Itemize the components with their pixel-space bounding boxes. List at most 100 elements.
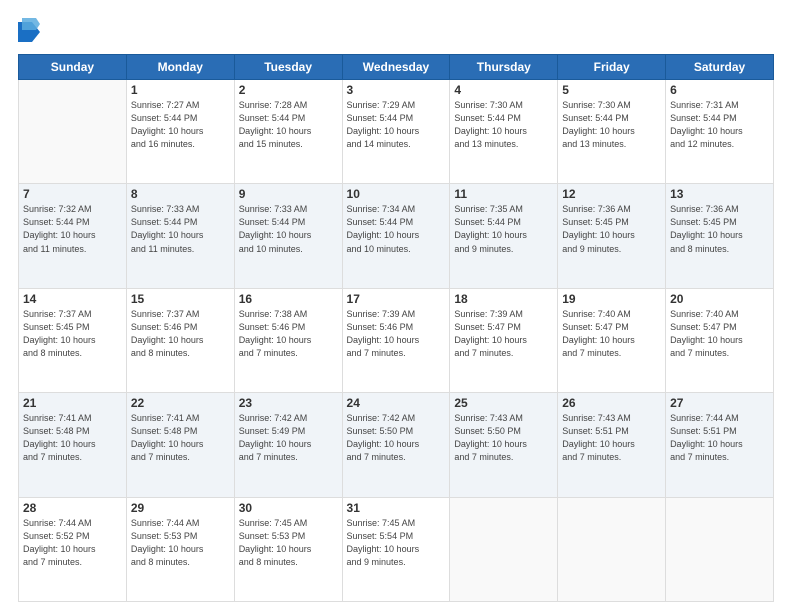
day-info: Sunrise: 7:39 AM Sunset: 5:46 PM Dayligh…	[347, 308, 446, 360]
day-info: Sunrise: 7:45 AM Sunset: 5:53 PM Dayligh…	[239, 517, 338, 569]
day-number: 22	[131, 396, 230, 410]
calendar-cell	[666, 497, 774, 601]
day-info: Sunrise: 7:43 AM Sunset: 5:51 PM Dayligh…	[562, 412, 661, 464]
day-info: Sunrise: 7:41 AM Sunset: 5:48 PM Dayligh…	[131, 412, 230, 464]
calendar-week-row: 1Sunrise: 7:27 AM Sunset: 5:44 PM Daylig…	[19, 80, 774, 184]
calendar-cell	[450, 497, 558, 601]
calendar-cell: 3 Sunrise: 7:29 AM Sunset: 5:44 PM Daylig…	[342, 80, 450, 184]
day-info: Sunrise: 7:40 AM Sunset: 5:47 PM Dayligh…	[562, 308, 661, 360]
logo	[18, 18, 44, 46]
day-number: 23	[239, 396, 338, 410]
calendar-cell: 22 Sunrise: 7:41 AM Sunset: 5:48 PM Dayli…	[126, 393, 234, 497]
calendar-cell: 12 Sunrise: 7:36 AM Sunset: 5:45 PM Dayli…	[558, 184, 666, 288]
day-info: Sunrise: 7:33 AM Sunset: 5:44 PM Dayligh…	[131, 203, 230, 255]
page: SundayMondayTuesdayWednesdayThursdayFrid…	[0, 0, 792, 612]
day-info: Sunrise: 7:30 AM Sunset: 5:44 PM Dayligh…	[454, 99, 553, 151]
day-info: Sunrise: 7:36 AM Sunset: 5:45 PM Dayligh…	[562, 203, 661, 255]
calendar-cell: 27Sunrise: 7:44 AM Sunset: 5:51 PM Dayli…	[666, 393, 774, 497]
calendar-cell: 16 Sunrise: 7:38 AM Sunset: 5:46 PM Dayli…	[234, 288, 342, 392]
day-info: Sunrise: 7:45 AM Sunset: 5:54 PM Dayligh…	[347, 517, 446, 569]
day-info: Sunrise: 7:41 AM Sunset: 5:48 PM Dayligh…	[23, 412, 122, 464]
day-info: Sunrise: 7:35 AM Sunset: 5:44 PM Dayligh…	[454, 203, 553, 255]
day-info: Sunrise: 7:37 AM Sunset: 5:46 PM Dayligh…	[131, 308, 230, 360]
day-info: Sunrise: 7:36 AM Sunset: 5:45 PM Dayligh…	[670, 203, 769, 255]
day-number: 18	[454, 292, 553, 306]
calendar-cell: 18 Sunrise: 7:39 AM Sunset: 5:47 PM Dayli…	[450, 288, 558, 392]
day-number: 19	[562, 292, 661, 306]
day-number: 16	[239, 292, 338, 306]
day-number: 5	[562, 83, 661, 97]
logo-icon	[18, 18, 40, 46]
day-number: 25	[454, 396, 553, 410]
day-info: Sunrise: 7:33 AM Sunset: 5:44 PM Dayligh…	[239, 203, 338, 255]
calendar-cell: 1Sunrise: 7:27 AM Sunset: 5:44 PM Daylig…	[126, 80, 234, 184]
calendar-cell: 10 Sunrise: 7:34 AM Sunset: 5:44 PM Dayli…	[342, 184, 450, 288]
calendar-week-row: 7 Sunrise: 7:32 AM Sunset: 5:44 PM Daylig…	[19, 184, 774, 288]
calendar-cell	[558, 497, 666, 601]
day-number: 1	[131, 83, 230, 97]
calendar-cell: 7 Sunrise: 7:32 AM Sunset: 5:44 PM Daylig…	[19, 184, 127, 288]
day-number: 7	[23, 187, 122, 201]
day-info: Sunrise: 7:34 AM Sunset: 5:44 PM Dayligh…	[347, 203, 446, 255]
calendar-cell: 17 Sunrise: 7:39 AM Sunset: 5:46 PM Dayli…	[342, 288, 450, 392]
day-number: 30	[239, 501, 338, 515]
weekday-header-friday: Friday	[558, 55, 666, 80]
weekday-header-sunday: Sunday	[19, 55, 127, 80]
day-info: Sunrise: 7:44 AM Sunset: 5:52 PM Dayligh…	[23, 517, 122, 569]
weekday-header-wednesday: Wednesday	[342, 55, 450, 80]
calendar-cell: 24Sunrise: 7:42 AM Sunset: 5:50 PM Dayli…	[342, 393, 450, 497]
weekday-header-tuesday: Tuesday	[234, 55, 342, 80]
day-number: 17	[347, 292, 446, 306]
calendar-cell: 8 Sunrise: 7:33 AM Sunset: 5:44 PM Daylig…	[126, 184, 234, 288]
day-info: Sunrise: 7:39 AM Sunset: 5:47 PM Dayligh…	[454, 308, 553, 360]
day-number: 10	[347, 187, 446, 201]
day-number: 28	[23, 501, 122, 515]
day-number: 21	[23, 396, 122, 410]
weekday-header-thursday: Thursday	[450, 55, 558, 80]
day-info: Sunrise: 7:44 AM Sunset: 5:51 PM Dayligh…	[670, 412, 769, 464]
day-number: 13	[670, 187, 769, 201]
day-info: Sunrise: 7:40 AM Sunset: 5:47 PM Dayligh…	[670, 308, 769, 360]
calendar-cell: 9 Sunrise: 7:33 AM Sunset: 5:44 PM Daylig…	[234, 184, 342, 288]
day-number: 11	[454, 187, 553, 201]
day-number: 24	[347, 396, 446, 410]
day-number: 31	[347, 501, 446, 515]
calendar-cell: 6Sunrise: 7:31 AM Sunset: 5:44 PM Daylig…	[666, 80, 774, 184]
day-number: 12	[562, 187, 661, 201]
calendar-week-row: 21 Sunrise: 7:41 AM Sunset: 5:48 PM Dayli…	[19, 393, 774, 497]
day-info: Sunrise: 7:37 AM Sunset: 5:45 PM Dayligh…	[23, 308, 122, 360]
calendar-cell: 20 Sunrise: 7:40 AM Sunset: 5:47 PM Dayli…	[666, 288, 774, 392]
weekday-header-saturday: Saturday	[666, 55, 774, 80]
calendar-cell: 2Sunrise: 7:28 AM Sunset: 5:44 PM Daylig…	[234, 80, 342, 184]
day-number: 6	[670, 83, 769, 97]
day-info: Sunrise: 7:43 AM Sunset: 5:50 PM Dayligh…	[454, 412, 553, 464]
day-number: 4	[454, 83, 553, 97]
calendar-week-row: 14 Sunrise: 7:37 AM Sunset: 5:45 PM Dayli…	[19, 288, 774, 392]
calendar-cell: 5Sunrise: 7:30 AM Sunset: 5:44 PM Daylig…	[558, 80, 666, 184]
calendar-cell: 29 Sunrise: 7:44 AM Sunset: 5:53 PM Dayli…	[126, 497, 234, 601]
header	[18, 18, 774, 46]
day-info: Sunrise: 7:38 AM Sunset: 5:46 PM Dayligh…	[239, 308, 338, 360]
day-number: 14	[23, 292, 122, 306]
day-info: Sunrise: 7:32 AM Sunset: 5:44 PM Dayligh…	[23, 203, 122, 255]
day-number: 20	[670, 292, 769, 306]
day-number: 9	[239, 187, 338, 201]
calendar-cell: 31 Sunrise: 7:45 AM Sunset: 5:54 PM Dayli…	[342, 497, 450, 601]
calendar-cell: 19 Sunrise: 7:40 AM Sunset: 5:47 PM Dayli…	[558, 288, 666, 392]
weekday-header-monday: Monday	[126, 55, 234, 80]
calendar-cell: 28 Sunrise: 7:44 AM Sunset: 5:52 PM Dayli…	[19, 497, 127, 601]
day-info: Sunrise: 7:44 AM Sunset: 5:53 PM Dayligh…	[131, 517, 230, 569]
day-number: 3	[347, 83, 446, 97]
calendar-cell: 4 Sunrise: 7:30 AM Sunset: 5:44 PM Daylig…	[450, 80, 558, 184]
calendar-cell: 26Sunrise: 7:43 AM Sunset: 5:51 PM Dayli…	[558, 393, 666, 497]
calendar-table: SundayMondayTuesdayWednesdayThursdayFrid…	[18, 54, 774, 602]
calendar-cell: 13 Sunrise: 7:36 AM Sunset: 5:45 PM Dayli…	[666, 184, 774, 288]
calendar-cell: 15 Sunrise: 7:37 AM Sunset: 5:46 PM Dayli…	[126, 288, 234, 392]
day-number: 29	[131, 501, 230, 515]
calendar-cell: 21 Sunrise: 7:41 AM Sunset: 5:48 PM Dayli…	[19, 393, 127, 497]
day-info: Sunrise: 7:29 AM Sunset: 5:44 PM Dayligh…	[347, 99, 446, 151]
day-number: 8	[131, 187, 230, 201]
day-info: Sunrise: 7:28 AM Sunset: 5:44 PM Dayligh…	[239, 99, 338, 151]
day-number: 15	[131, 292, 230, 306]
day-info: Sunrise: 7:42 AM Sunset: 5:49 PM Dayligh…	[239, 412, 338, 464]
